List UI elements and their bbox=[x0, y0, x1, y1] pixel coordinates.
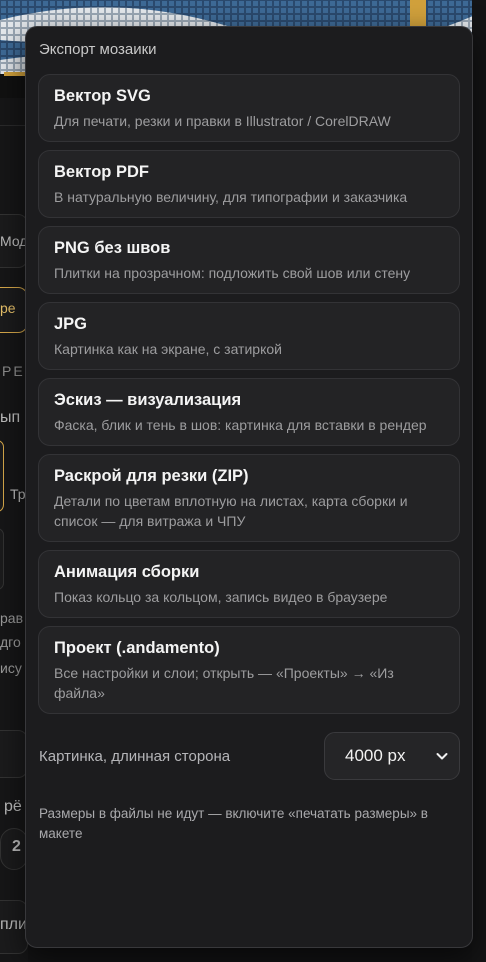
option-title: Вектор SVG bbox=[54, 87, 151, 105]
export-svg-option[interactable]: Вектор SVG Для печати, резки и правки в … bbox=[38, 74, 460, 142]
option-description: Плитки на прозрачном: подложить свой шов… bbox=[54, 265, 411, 281]
option-description: Показ кольцо за кольцом, запись видео в … bbox=[54, 589, 388, 605]
export-project-option[interactable]: Проект (.andamento) Все настройки и слои… bbox=[38, 626, 460, 714]
option-title: Анимация сборки bbox=[54, 563, 200, 581]
export-animation-option[interactable]: Анимация сборки Показ кольцо за кольцом,… bbox=[38, 550, 460, 618]
option-description: Картинка как на экране, с затиркой bbox=[54, 341, 282, 357]
option-description: Все настройки и слои; открыть — «Проекты… bbox=[54, 665, 394, 701]
export-jpg-option[interactable]: JPG Картинка как на экране, с затиркой bbox=[38, 302, 460, 370]
export-png-option[interactable]: PNG без швов Плитки на прозрачном: подло… bbox=[38, 226, 460, 294]
background-text: ып bbox=[0, 409, 21, 426]
background-text: пли bbox=[0, 916, 27, 933]
background-text: 2 bbox=[12, 838, 21, 855]
option-title: Вектор PDF bbox=[54, 163, 149, 181]
chevron-down-icon bbox=[436, 753, 448, 760]
image-size-label: Картинка, длинная сторона bbox=[39, 747, 231, 765]
export-pdf-option[interactable]: Вектор PDF В натуральную величину, для т… bbox=[38, 150, 460, 218]
option-description: Детали по цветам вплотную на листах, кар… bbox=[54, 493, 408, 529]
export-sketch-option[interactable]: Эскиз — визуализация Фаска, блик и тень … bbox=[38, 378, 460, 446]
background-swatch bbox=[0, 440, 4, 512]
background-divider bbox=[0, 125, 26, 126]
background-text: ре bbox=[0, 300, 16, 316]
background-field bbox=[0, 730, 28, 778]
option-description: Для печати, резки и правки в Illustrator… bbox=[54, 113, 391, 129]
image-size-select[interactable]: 4000 px bbox=[324, 732, 460, 780]
option-description: Фаска, блик и тень в шов: картинка для в… bbox=[54, 417, 427, 433]
background-text: рав bbox=[0, 610, 24, 626]
background-right-edge bbox=[472, 0, 486, 962]
export-cutting-zip-option[interactable]: Раскрой для резки (ZIP) Детали по цветам… bbox=[38, 454, 460, 542]
background-text: дго bbox=[0, 634, 21, 650]
option-title: JPG bbox=[54, 315, 88, 333]
background-text: ису bbox=[0, 660, 22, 676]
image-size-value: 4000 px bbox=[345, 746, 406, 765]
background-swatch bbox=[0, 528, 4, 590]
background-text: рё bbox=[4, 798, 22, 815]
background-text: Мод bbox=[0, 233, 28, 249]
menu-title: Экспорт мозаики bbox=[39, 41, 157, 58]
background-text: Тр bbox=[10, 486, 26, 502]
export-menu: Экспорт мозаики Вектор SVG Для печати, р… bbox=[25, 26, 473, 948]
option-title: Эскиз — визуализация bbox=[54, 391, 242, 409]
option-description: В натуральную величину, для типографии и… bbox=[54, 189, 408, 205]
option-title: Проект (.andamento) bbox=[54, 639, 220, 657]
option-title: PNG без швов bbox=[54, 239, 171, 257]
size-hint-note: Размеры в файлы не идут — включите «печа… bbox=[39, 806, 428, 841]
image-size-row: Картинка, длинная сторона 4000 px bbox=[38, 732, 460, 780]
option-title: Раскрой для резки (ZIP) bbox=[54, 467, 249, 485]
background-text: РЕ bbox=[2, 363, 25, 379]
